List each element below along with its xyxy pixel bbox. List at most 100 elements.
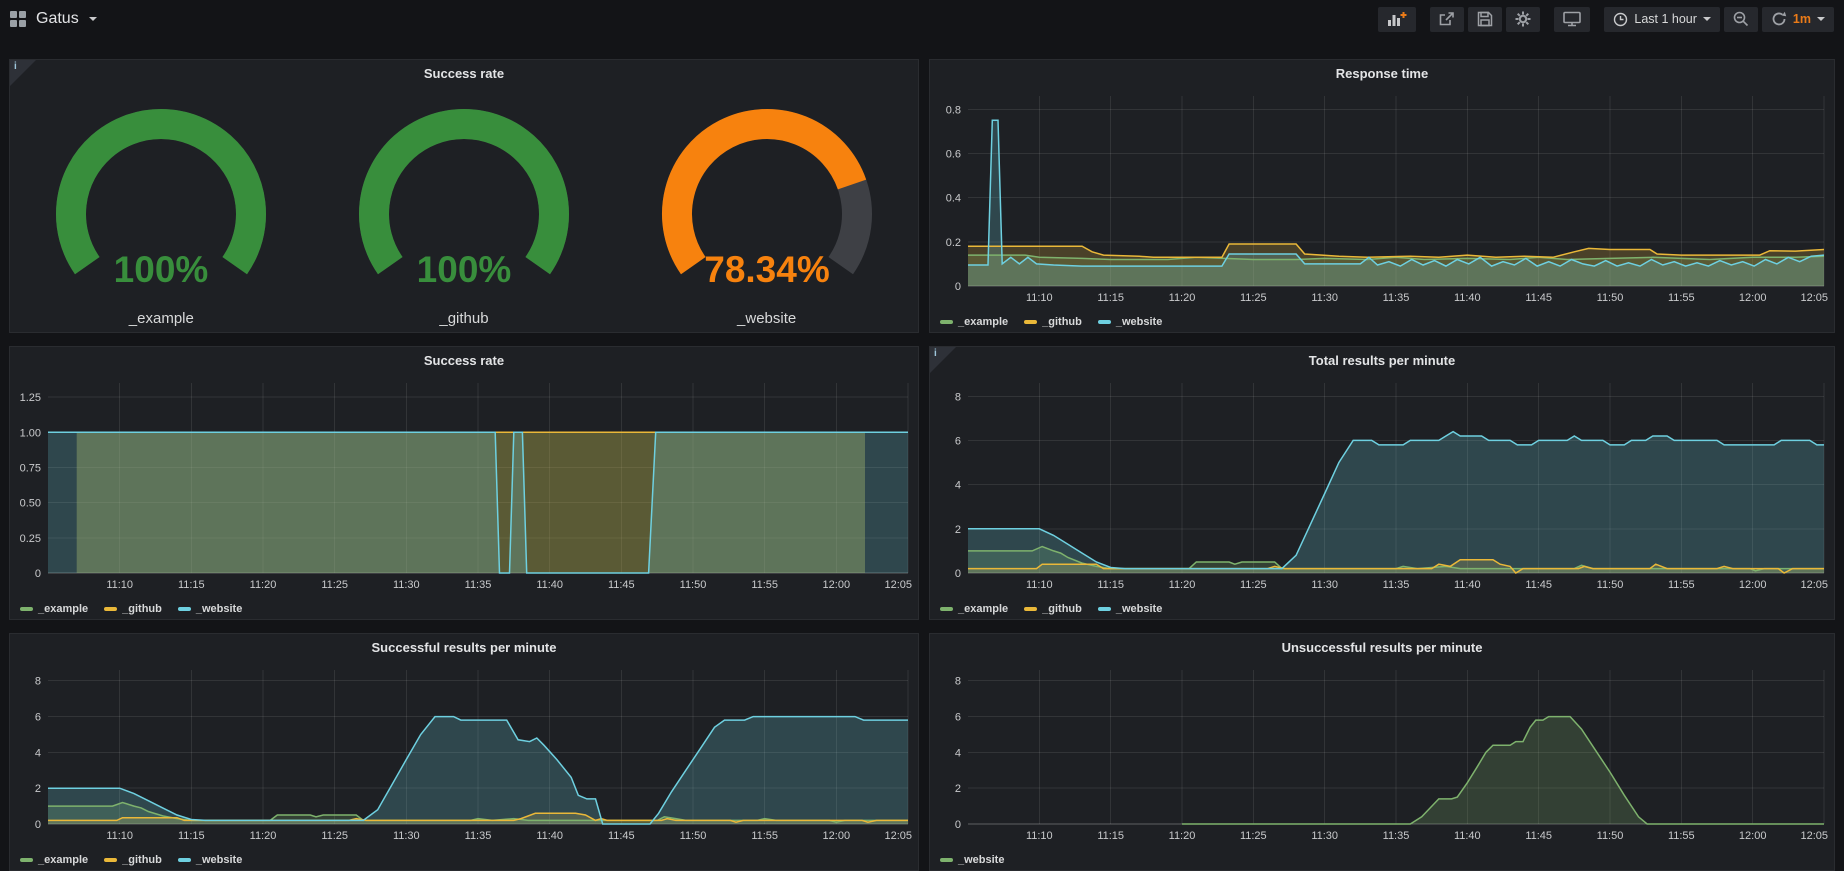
settings-button[interactable] [1506,7,1540,32]
legend-label: _example [38,854,88,866]
toolbar: Last 1 hour 1m [1374,7,1834,32]
refresh-interval-label: 1m [1793,12,1811,26]
gauge-arc: 78.34% [637,96,897,296]
save-icon [1477,11,1493,27]
svg-text:11:20: 11:20 [1169,579,1196,591]
svg-text:0.2: 0.2 [946,237,961,249]
save-button[interactable] [1468,7,1502,32]
svg-text:11:20: 11:20 [1169,292,1196,304]
panel-title[interactable]: Successful results per minute [10,640,918,655]
legend-label: _github [1042,316,1082,328]
chevron-down-icon [1703,17,1711,21]
svg-text:11:50: 11:50 [1597,292,1624,304]
add-panel-button[interactable] [1378,7,1416,32]
legend-item[interactable]: _website [1098,603,1162,615]
svg-text:1.25: 1.25 [20,392,41,404]
legend-item[interactable]: _github [1024,603,1082,615]
panel-title[interactable]: Success rate [10,66,918,81]
svg-text:0.75: 0.75 [20,462,41,474]
svg-text:11:35: 11:35 [1383,579,1410,591]
time-range-button[interactable]: Last 1 hour [1604,7,1720,32]
legend-label: _website [196,854,242,866]
time-series-chart: 00.250.500.751.001.2511:1011:1511:2011:2… [14,375,914,593]
svg-text:11:40: 11:40 [1454,830,1481,842]
refresh-button[interactable]: 1m [1762,7,1834,32]
svg-text:11:40: 11:40 [536,579,563,591]
svg-text:11:40: 11:40 [536,830,563,842]
legend-item[interactable]: _github [104,603,162,615]
gauge-arc: 100% [31,96,291,296]
svg-text:4: 4 [35,747,41,759]
panel-title[interactable]: Unsuccessful results per minute [930,640,1834,655]
svg-text:11:10: 11:10 [1026,830,1053,842]
svg-text:11:10: 11:10 [106,579,133,591]
svg-text:11:50: 11:50 [1597,830,1624,842]
tv-mode-button[interactable] [1554,7,1590,32]
svg-text:11:30: 11:30 [393,579,420,591]
panel-title[interactable]: Total results per minute [930,353,1834,368]
legend-item[interactable]: _website [178,854,242,866]
legend-item[interactable]: _website [940,854,1004,866]
svg-text:11:30: 11:30 [1311,292,1338,304]
time-series-chart: 0246811:1011:1511:2011:2511:3011:3511:40… [934,662,1830,844]
panel-info-icon[interactable]: i [930,347,956,373]
panel-info-icon[interactable]: i [10,60,36,86]
share-button[interactable] [1430,7,1464,32]
svg-text:0: 0 [955,819,961,831]
legend-label: _example [38,603,88,615]
svg-text:4: 4 [955,480,961,492]
svg-text:6: 6 [955,712,961,724]
chart-legend: _example _github _website [20,854,242,866]
panel-title[interactable]: Response time [930,66,1834,81]
legend-item[interactable]: _website [1098,316,1162,328]
svg-text:11:55: 11:55 [751,579,778,591]
svg-text:12:05: 12:05 [884,579,912,591]
svg-text:12:00: 12:00 [823,579,851,591]
chart-legend: _example _github _website [20,603,242,615]
svg-text:0.8: 0.8 [946,104,961,116]
legend-item[interactable]: _github [104,854,162,866]
gauge-website: 78.34%_website [637,96,897,327]
svg-text:11:45: 11:45 [1525,292,1552,304]
svg-text:11:30: 11:30 [1311,830,1338,842]
svg-text:8: 8 [955,676,961,688]
legend-item[interactable]: _example [20,854,88,866]
legend-swatch [1024,607,1037,611]
panel-title[interactable]: Success rate [10,353,918,368]
legend-swatch [940,858,953,862]
svg-text:2: 2 [955,783,961,795]
legend-swatch [178,858,191,862]
legend-item[interactable]: _github [1024,316,1082,328]
chart-area[interactable]: 00.250.500.751.001.2511:1011:1511:2011:2… [14,375,914,593]
time-range-label: Last 1 hour [1634,12,1697,26]
chart-area[interactable]: 00.20.40.60.811:1011:1511:2011:2511:3011… [934,88,1830,306]
svg-text:12:00: 12:00 [1739,292,1767,304]
svg-text:11:15: 11:15 [1097,830,1124,842]
legend-item[interactable]: _website [178,603,242,615]
chart-area[interactable]: 0246811:1011:1511:2011:2511:3011:3511:40… [934,375,1830,593]
svg-text:11:55: 11:55 [751,830,778,842]
svg-text:11:35: 11:35 [1383,830,1410,842]
dashboard-picker[interactable]: Gatus [10,10,97,28]
svg-text:12:00: 12:00 [1739,830,1767,842]
chart-area[interactable]: 0246811:1011:1511:2011:2511:3011:3511:40… [934,662,1830,844]
svg-text:11:45: 11:45 [608,830,635,842]
legend-swatch [178,607,191,611]
gauge-label: _github [439,310,488,327]
svg-text:11:25: 11:25 [1240,579,1267,591]
svg-text:11:20: 11:20 [250,579,277,591]
legend-item[interactable]: _example [20,603,88,615]
time-series-chart: 0246811:1011:1511:2011:2511:3011:3511:40… [14,662,914,844]
legend-swatch [104,607,117,611]
legend-label: _website [196,603,242,615]
zoom-out-button[interactable] [1724,7,1758,32]
legend-item[interactable]: _example [940,316,1008,328]
chart-area[interactable]: 0246811:1011:1511:2011:2511:3011:3511:40… [14,662,914,844]
legend-item[interactable]: _example [940,603,1008,615]
zoom-out-icon [1733,11,1749,27]
svg-text:11:55: 11:55 [1668,830,1695,842]
chart-legend: _example _github _website [940,316,1162,328]
chevron-down-icon [89,17,97,21]
gauge-value: 100% [114,249,209,290]
gauge-group: 100%_example100%_github78.34%_website [10,90,918,332]
